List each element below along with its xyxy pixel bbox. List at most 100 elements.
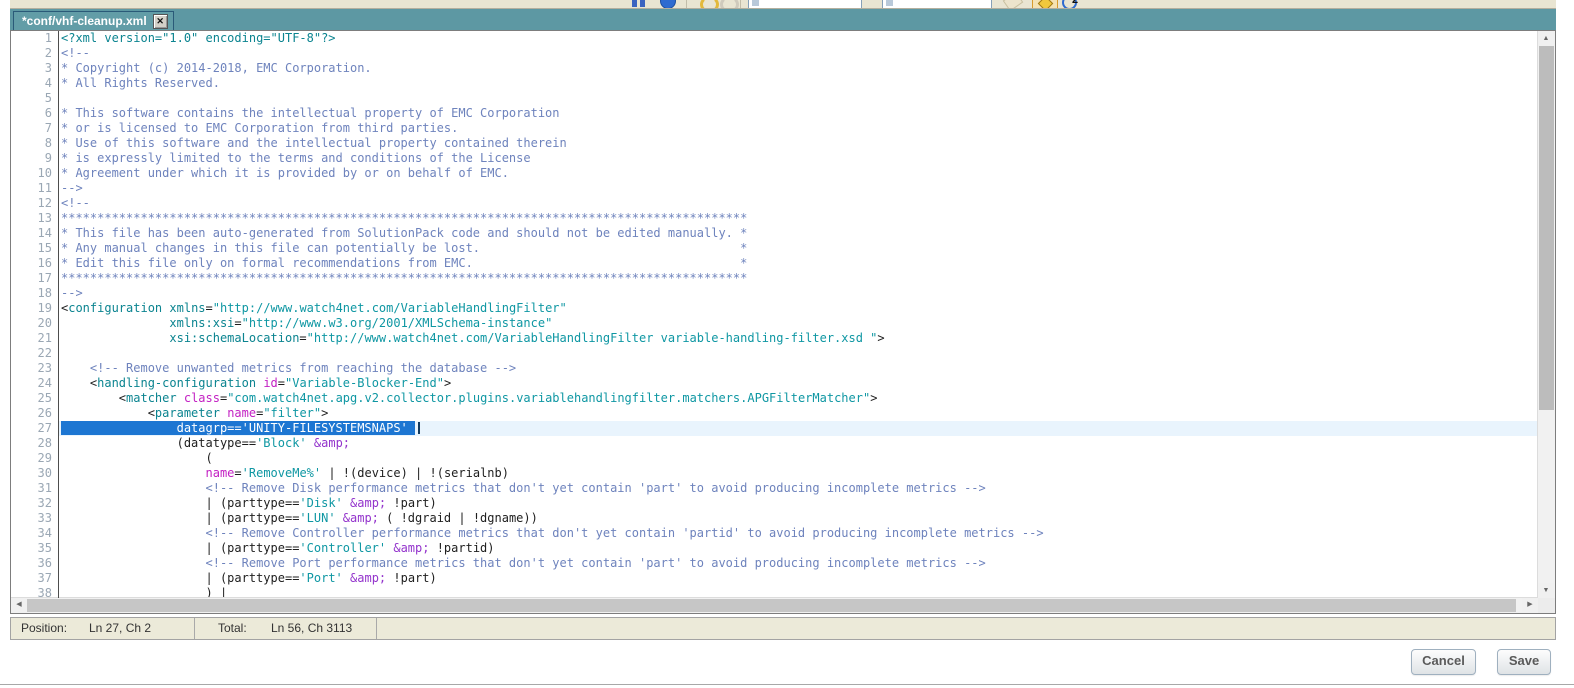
- code-text: ****************************************…: [58, 271, 1538, 286]
- code-text: * Edit this file only on formal recommen…: [58, 256, 1538, 271]
- code-line: 30 name='RemoveMe%' | !(device) | !(seri…: [11, 466, 1538, 481]
- line-number: 26: [11, 406, 58, 421]
- code-text: * All Rights Reserved.: [58, 76, 1538, 91]
- code-token: * Edit this file only on formal recommen…: [61, 256, 747, 270]
- total-value: Ln 56, Ch 3113: [271, 618, 352, 639]
- status-divider: [194, 618, 195, 639]
- code-token: ****************************************…: [61, 271, 747, 285]
- code-text: datagrp=='UNITY-FILESYSTEMSNAPS': [58, 421, 1538, 436]
- undo-icon[interactable]: [700, 0, 719, 9]
- line-number: 35: [11, 541, 58, 556]
- horizontal-scrollbar-thumb[interactable]: [27, 599, 1516, 612]
- code-text: ****************************************…: [58, 211, 1538, 226]
- globe-icon[interactable]: [660, 0, 676, 9]
- toolbar-separator: [740, 0, 741, 8]
- code-token: 'Block': [256, 436, 307, 450]
- text-cursor: [418, 422, 420, 434]
- line-number: 4: [11, 76, 58, 91]
- code-text: (datatype=='Block' &amp;: [58, 436, 1538, 451]
- pause-icon[interactable]: [632, 0, 637, 7]
- code-token: <: [61, 376, 97, 390]
- scroll-corner: [1538, 598, 1555, 613]
- code-line: 27 datagrp=='UNITY-FILESYSTEMSNAPS': [11, 421, 1538, 436]
- scroll-down-arrow-icon[interactable]: ▼: [1538, 583, 1554, 598]
- code-line: 8* Use of this software and the intellec…: [11, 136, 1538, 151]
- code-text: <!-- Remove Disk performance metrics tha…: [58, 481, 1538, 496]
- tab-close-icon[interactable]: ✕: [153, 14, 168, 29]
- save-button[interactable]: Save: [1497, 649, 1551, 675]
- horizontal-scrollbar[interactable]: ◀ ▶: [11, 597, 1538, 613]
- code-line: 22: [11, 346, 1538, 361]
- line-number: 8: [11, 136, 58, 151]
- line-number: 33: [11, 511, 58, 526]
- line-number: 19: [11, 301, 58, 316]
- code-token: >: [444, 376, 451, 390]
- code-text: | (parttype=='Port' &amp; !part): [58, 571, 1538, 586]
- code-token: 'RemoveMe%': [242, 466, 321, 480]
- code-token: ( !dgraid | !dgname)): [379, 511, 538, 525]
- code-line: 34 <!-- Remove Controller performance me…: [11, 526, 1538, 541]
- code-line: 28 (datatype=='Block' &amp;: [11, 436, 1538, 451]
- line-number: 23: [11, 361, 58, 376]
- number-2-icon[interactable]: 2: [1072, 0, 1078, 6]
- scroll-up-arrow-icon[interactable]: ▲: [1538, 31, 1554, 46]
- selected-text: datagrp=='UNITY-FILESYSTEMSNAPS': [61, 421, 415, 435]
- line-number: 6: [11, 106, 58, 121]
- code-text: [58, 91, 1538, 106]
- code-editor[interactable]: 1<?xml version="1.0" encoding="UTF-8"?>2…: [10, 30, 1556, 614]
- code-line: 23 <!-- Remove unwanted metrics from rea…: [11, 361, 1538, 376]
- code-token: id: [263, 376, 277, 390]
- code-token: * or is licensed to EMC Corporation from…: [61, 121, 458, 135]
- code-rows[interactable]: 1<?xml version="1.0" encoding="UTF-8"?>2…: [11, 31, 1538, 598]
- diamond-glyph: [1038, 0, 1054, 9]
- line-number: 17: [11, 271, 58, 286]
- vertical-scrollbar-thumb[interactable]: [1539, 46, 1554, 410]
- edit-pencil-icon[interactable]: [1003, 0, 1024, 9]
- code-text: * or is licensed to EMC Corporation from…: [58, 121, 1538, 136]
- toolbar-field-2[interactable]: [882, 0, 992, 9]
- code-token: <!--: [61, 196, 90, 210]
- cancel-button[interactable]: Cancel: [1411, 649, 1476, 675]
- code-token: =: [278, 376, 285, 390]
- code-line: 29 (: [11, 451, 1538, 466]
- code-token: class: [184, 391, 220, 405]
- code-token: &amp;: [314, 436, 350, 450]
- code-token: | (parttype==: [61, 496, 299, 510]
- code-token: <!-- Remove Port performance metrics tha…: [206, 556, 986, 570]
- diamond-icon[interactable]: [1032, 0, 1058, 9]
- code-token: !part): [386, 571, 437, 585]
- code-token: configuration: [68, 301, 162, 315]
- page-bottom-divider: [0, 684, 1574, 685]
- redo-icon[interactable]: [720, 0, 739, 9]
- code-text: <handling-configuration id="Variable-Blo…: [58, 376, 1538, 391]
- code-token: [343, 571, 350, 585]
- tab-bar: *conf/vhf-cleanup.xml ✕: [10, 9, 1556, 30]
- code-token: (: [61, 451, 213, 465]
- code-line: 14* This file has been auto-generated fr…: [11, 226, 1538, 241]
- scroll-right-arrow-icon[interactable]: ▶: [1522, 598, 1538, 612]
- line-number: 31: [11, 481, 58, 496]
- pause-icon[interactable]: [640, 0, 645, 7]
- code-token: * is expressly limited to the terms and …: [61, 151, 531, 165]
- code-token: &amp;: [343, 511, 379, 525]
- code-token: <: [61, 406, 155, 420]
- code-text: -->: [58, 181, 1538, 196]
- line-number: 12: [11, 196, 58, 211]
- code-token: "http://www.watch4net.com/VariableHandli…: [213, 301, 567, 315]
- scroll-left-arrow-icon[interactable]: ◀: [11, 598, 27, 612]
- code-token: xsi:schemaLocation: [169, 331, 299, 345]
- line-number: 29: [11, 451, 58, 466]
- toolbar-field-1[interactable]: [748, 0, 862, 9]
- vertical-scrollbar[interactable]: ▲ ▼: [1537, 31, 1555, 598]
- line-number: 20: [11, 316, 58, 331]
- code-line: 32 | (parttype=='Disk' &amp; !part): [11, 496, 1538, 511]
- gutter-separator: [58, 31, 59, 598]
- page: 2 *conf/vhf-cleanup.xml ✕ 1<?xml version…: [0, 0, 1574, 688]
- code-line: 12<!--: [11, 196, 1538, 211]
- line-number: 3: [11, 61, 58, 76]
- file-tab[interactable]: *conf/vhf-cleanup.xml ✕: [13, 11, 174, 31]
- code-line: 19<configuration xmlns="http://www.watch…: [11, 301, 1538, 316]
- line-number: 28: [11, 436, 58, 451]
- code-token: [177, 391, 184, 405]
- line-number: 16: [11, 256, 58, 271]
